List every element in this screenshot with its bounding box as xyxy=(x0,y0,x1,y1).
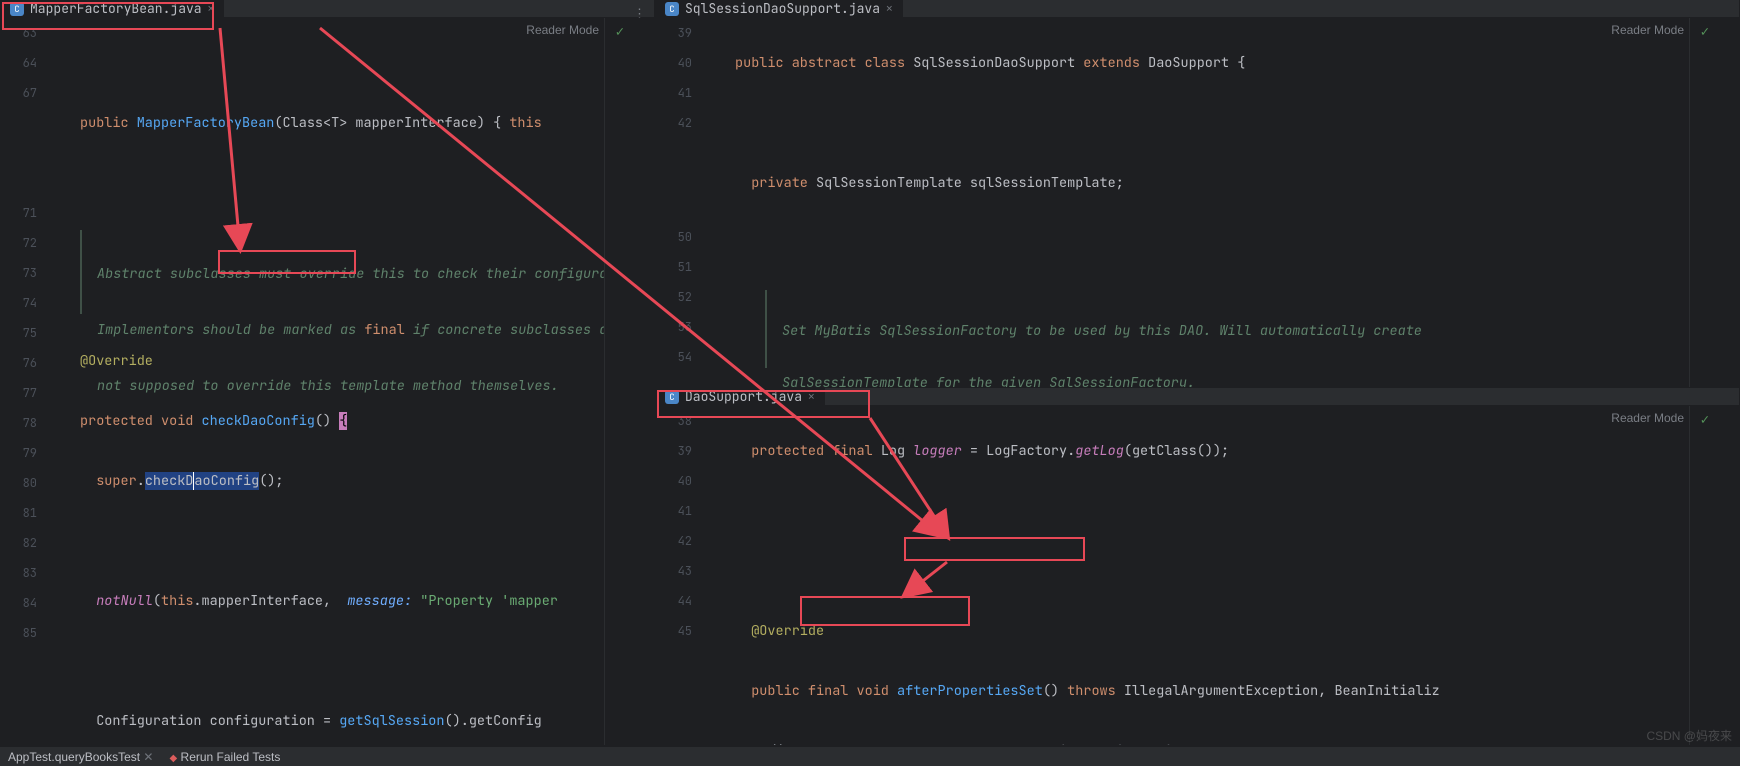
reader-mode-label[interactable]: Reader Mode xyxy=(1611,411,1684,425)
close-icon[interactable]: ✕ xyxy=(208,2,215,16)
editor-pane-left: C MapperFactoryBean.java ✕ ⋮ Reader Mode… xyxy=(0,0,655,746)
analysis-ok-icon[interactable]: ✓ xyxy=(1701,23,1709,41)
tabbar-tr: C SqlSessionDaoSupport.java ✕ xyxy=(655,0,1739,18)
gutter: 63 64 67 71 72 73 74 75 76 77 78 79 80 8… xyxy=(0,18,55,746)
minimap[interactable] xyxy=(604,18,654,746)
tab-sql-session[interactable]: C SqlSessionDaoSupport.java ✕ xyxy=(655,0,903,17)
tabbar-left: C MapperFactoryBean.java ✕ ⋮ xyxy=(0,0,654,18)
tab-dao-support[interactable]: C DaoSupport.java ✕ xyxy=(655,388,825,405)
analysis-ok-icon[interactable]: ✓ xyxy=(616,23,624,41)
tab-label: MapperFactoryBean.java xyxy=(30,0,202,17)
editor-pane-bottom-right: C DaoSupport.java ✕ Reader Mode ✓ 38 39 … xyxy=(655,388,1740,746)
rerun-icon: ◆ xyxy=(169,753,177,764)
tab-mapper-factory[interactable]: C MapperFactoryBean.java ✕ xyxy=(0,0,224,17)
class-icon: C xyxy=(665,2,679,16)
rerun-failed[interactable]: ◆ Rerun Failed Tests xyxy=(169,750,280,764)
tab-label: DaoSupport.java xyxy=(685,388,802,405)
code-area-tr[interactable]: public abstract class SqlSessionDaoSuppo… xyxy=(710,18,1689,388)
close-icon[interactable]: ✕ xyxy=(808,390,815,404)
watermark: CSDN @妈夜来 xyxy=(1646,727,1732,744)
editor-pane-top-right: C SqlSessionDaoSupport.java ✕ Reader Mod… xyxy=(655,0,1740,388)
reader-mode-label[interactable]: Reader Mode xyxy=(526,23,599,37)
code-area-br[interactable]: protected final Log logger = LogFactory.… xyxy=(710,406,1689,746)
status-bar: AppTest.queryBooksTest ✕ ◆ Rerun Failed … xyxy=(0,746,1740,766)
minimap[interactable] xyxy=(1689,406,1739,746)
reader-mode-label[interactable]: Reader Mode xyxy=(1611,23,1684,37)
code-area-left[interactable]: public MapperFactoryBean(Class<T> mapper… xyxy=(55,18,604,746)
class-icon: C xyxy=(10,2,24,16)
close-icon[interactable]: ✕ xyxy=(886,2,893,16)
tabbar-br: C DaoSupport.java ✕ xyxy=(655,388,1739,406)
tab-label: SqlSessionDaoSupport.java xyxy=(685,0,880,17)
run-config[interactable]: AppTest.queryBooksTest ✕ xyxy=(8,750,153,764)
analysis-ok-icon[interactable]: ✓ xyxy=(1701,411,1709,429)
class-icon: C xyxy=(665,390,679,404)
minimap[interactable] xyxy=(1689,18,1739,388)
gutter: 39 40 41 42 50 51 52 53 54 xyxy=(655,18,710,388)
gutter: 38 39 40 41 42 43 44 45 xyxy=(655,406,710,746)
